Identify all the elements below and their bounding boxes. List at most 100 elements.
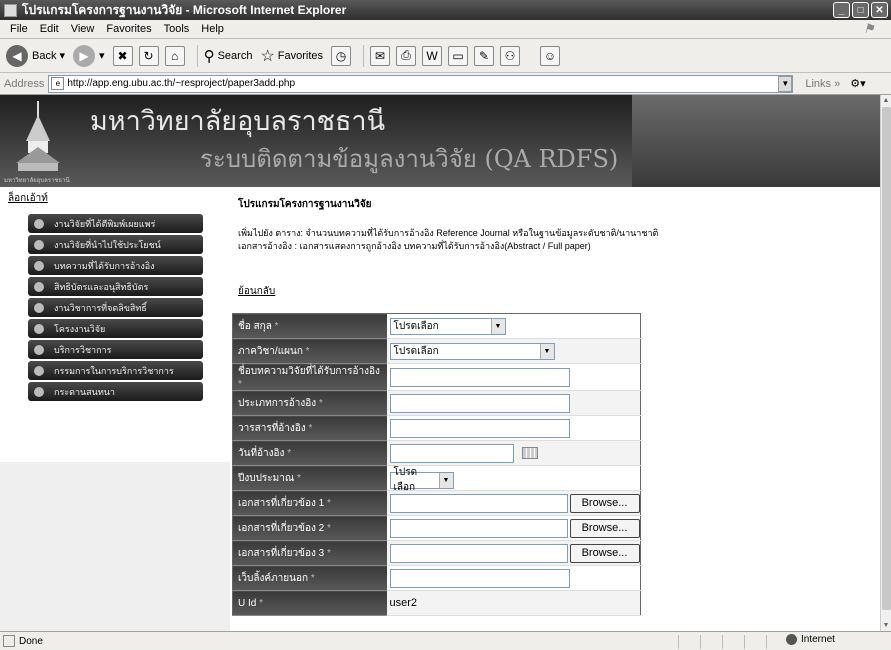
menu-edit[interactable]: Edit [40,23,59,35]
search-button[interactable]: ⚲ Search [204,47,253,65]
globe-icon [34,386,44,397]
sidebar-item-copyright[interactable]: งานวิชาการที่จดลิขสิทธิ์ [28,298,203,317]
browse-button-3[interactable]: Browse... [569,543,640,563]
address-input[interactable]: e http://app.eng.ubu.ac.th/~resproject/p… [48,74,794,93]
label-text: U Id [238,597,257,609]
page-description: เพิ่มไปยัง ตาราง: จำนวนบทความที่ได้รับกา… [238,227,878,253]
back-arrow-icon: ◀ [6,44,28,67]
close-button[interactable]: ✕ [871,2,888,18]
citation-date-input[interactable] [389,443,514,463]
system-name: ระบบติดตามข้อมูลงานวิจัย (QA RDFS) [200,145,619,173]
browse-button-1[interactable]: Browse... [569,493,640,513]
sidebar-item-label: งานวิจัยที่ได้ตีพิมพ์เผยแพร่ [54,218,156,229]
vertical-scrollbar[interactable]: ▲ ▼ [880,95,891,631]
bullet-icon [34,281,44,292]
toolbar-extra-icon[interactable]: ⚙▾ [850,77,865,90]
links-button[interactable]: Links » [805,78,840,90]
uid-value: user2 [386,590,640,616]
label-text: ประเภทการอ้างอิง [238,397,317,409]
site-banner: มหาวิทยาลัยอุบลราชธานี มหาวิทยาลัยอุบลรา… [0,95,880,187]
ie-page-icon [4,3,17,17]
security-zone: Internet [786,634,835,645]
favorites-label: Favorites [277,49,324,62]
external-link-input[interactable] [389,568,570,588]
sidebar-item-committee[interactable]: กรรมการในการบริการวิชาการ [28,361,203,380]
menu-favorites[interactable]: Favorites [106,23,151,35]
edit-word-icon[interactable]: W [422,45,443,66]
citation-type-input[interactable] [389,393,570,413]
mail-icon[interactable]: ✉ [370,45,391,66]
calendar-icon[interactable] [521,447,538,459]
sidebar-item-forum[interactable]: กระดานสนทนา [28,382,203,401]
description-line-1: เพิ่มไปยัง ตาราง: จำนวนบทความที่ได้รับกา… [238,228,659,238]
form-label: ชื่อบทความวิจัยที่ได้รับการอ้างอิง * [232,363,387,391]
research-icon[interactable]: ✎ [474,45,495,66]
print-icon[interactable]: ⎙ [396,45,417,66]
fiscal-year-select[interactable]: โปรดเลือก ▼ [389,467,454,493]
home-icon[interactable]: ⌂ [164,45,185,66]
internet-globe-icon [786,634,797,645]
address-dropdown-icon[interactable]: ▼ [778,75,793,92]
sidebar-menu: งานวิจัยที่ได้ตีพิมพ์เผยแพร่ งานวิจัยที่… [28,214,203,403]
toolbar: ◀ Back ▾ ▶ ▾ ✖ ↻ ⌂ ⚲ Search ☆ Favorites ◷ ✉ … [0,39,891,73]
sidebar-item-utilized[interactable]: งานวิจัยที่นำไปใช้ประโยชน์ [28,235,203,254]
citation-form: ชื่อ สกุล * โปรดเลือก ▼ ภาควิชา/แผนก * โป… [232,313,641,616]
zone-label: Internet [801,634,835,645]
document-2-input[interactable] [389,518,568,538]
people-icon[interactable]: ☺ [540,45,561,66]
messenger-icon[interactable]: ⚇ [500,45,521,66]
form-label: วารสารที่อ้างอิง * [232,415,387,441]
discuss-icon[interactable]: ▭ [448,45,469,66]
required-mark: * [305,345,310,357]
chevron-down-icon: ▼ [490,318,505,334]
required-mark: * [238,379,242,390]
forward-button[interactable]: ▶ ▾ [73,44,105,67]
history-icon[interactable]: ◷ [331,45,352,66]
window-title: โปรแกรมโครงการฐานงานวิจัย - Microsoft In… [22,2,347,17]
user-icon [34,344,44,355]
links-label: Links [805,77,832,90]
chevron-down-icon: ▼ [438,472,453,488]
article-title-input[interactable] [389,367,570,387]
sidebar-item-label: บริการวิชาการ [54,344,112,355]
sidebar-item-services[interactable]: บริการวิชาการ [28,340,203,359]
department-select[interactable]: โปรดเลือก ▼ [389,342,555,360]
sidebar-item-citations[interactable]: บทความที่ได้รับการอ้างอิง [28,256,203,275]
menu-tools[interactable]: Tools [164,23,190,35]
maximize-button[interactable]: □ [852,2,869,18]
scroll-thumb[interactable] [882,107,891,610]
sidebar-item-published[interactable]: งานวิจัยที่ได้ตีพิมพ์เผยแพร่ [28,214,203,233]
scroll-down-icon[interactable]: ▼ [881,620,891,631]
name-select[interactable]: โปรดเลือก ▼ [389,317,506,335]
document-1-input[interactable] [389,493,568,513]
page-content: มหาวิทยาลัยอุบลราชธานี มหาวิทยาลัยอุบลรา… [0,95,880,631]
menu-help[interactable]: Help [201,23,224,35]
required-mark: * [326,497,331,509]
label-text: วารสารที่อ้างอิง [238,422,306,434]
minimize-button[interactable]: _ [833,2,850,18]
menu-view[interactable]: View [71,23,95,35]
sidebar-item-projects[interactable]: โครงงานวิจัย [28,319,203,338]
document-3-input[interactable] [389,543,568,563]
sidebar-item-patents[interactable]: สิทธิบัตรและอนุสิทธิบัตร [28,277,203,296]
journal-input[interactable] [389,418,570,438]
label-text: ชื่อ สกุล [238,320,272,332]
sidebar: ล็อกเอ้าท์ งานวิจัยที่ได้ตีพิมพ์เผยแพร่ … [0,187,230,631]
favorites-button[interactable]: ☆ Favorites [260,46,323,66]
back-button[interactable]: ◀ Back ▾ [6,44,65,67]
logout-link[interactable]: ล็อกเอ้าท์ [8,191,48,206]
required-mark: * [287,447,292,459]
status-text: Done [19,635,43,647]
stop-icon[interactable]: ✖ [112,45,133,66]
form-label: วันที่อ้างอิง * [232,440,387,466]
form-label: เอกสารที่เกี่ยวข้อง 3 * [232,540,387,566]
browse-button-2[interactable]: Browse... [569,518,640,538]
scroll-up-icon[interactable]: ▲ [881,95,891,106]
sidebar-item-label: กรรมการในการบริการวิชาการ [54,365,174,376]
required-mark: * [274,320,279,332]
back-link[interactable]: ย้อนกลับ [238,284,275,299]
refresh-icon[interactable]: ↻ [138,45,159,66]
menu-file[interactable]: File [10,23,28,35]
bullet-icon [34,323,44,334]
label-text: เอกสารที่เกี่ยวข้อง 1 [238,497,325,509]
